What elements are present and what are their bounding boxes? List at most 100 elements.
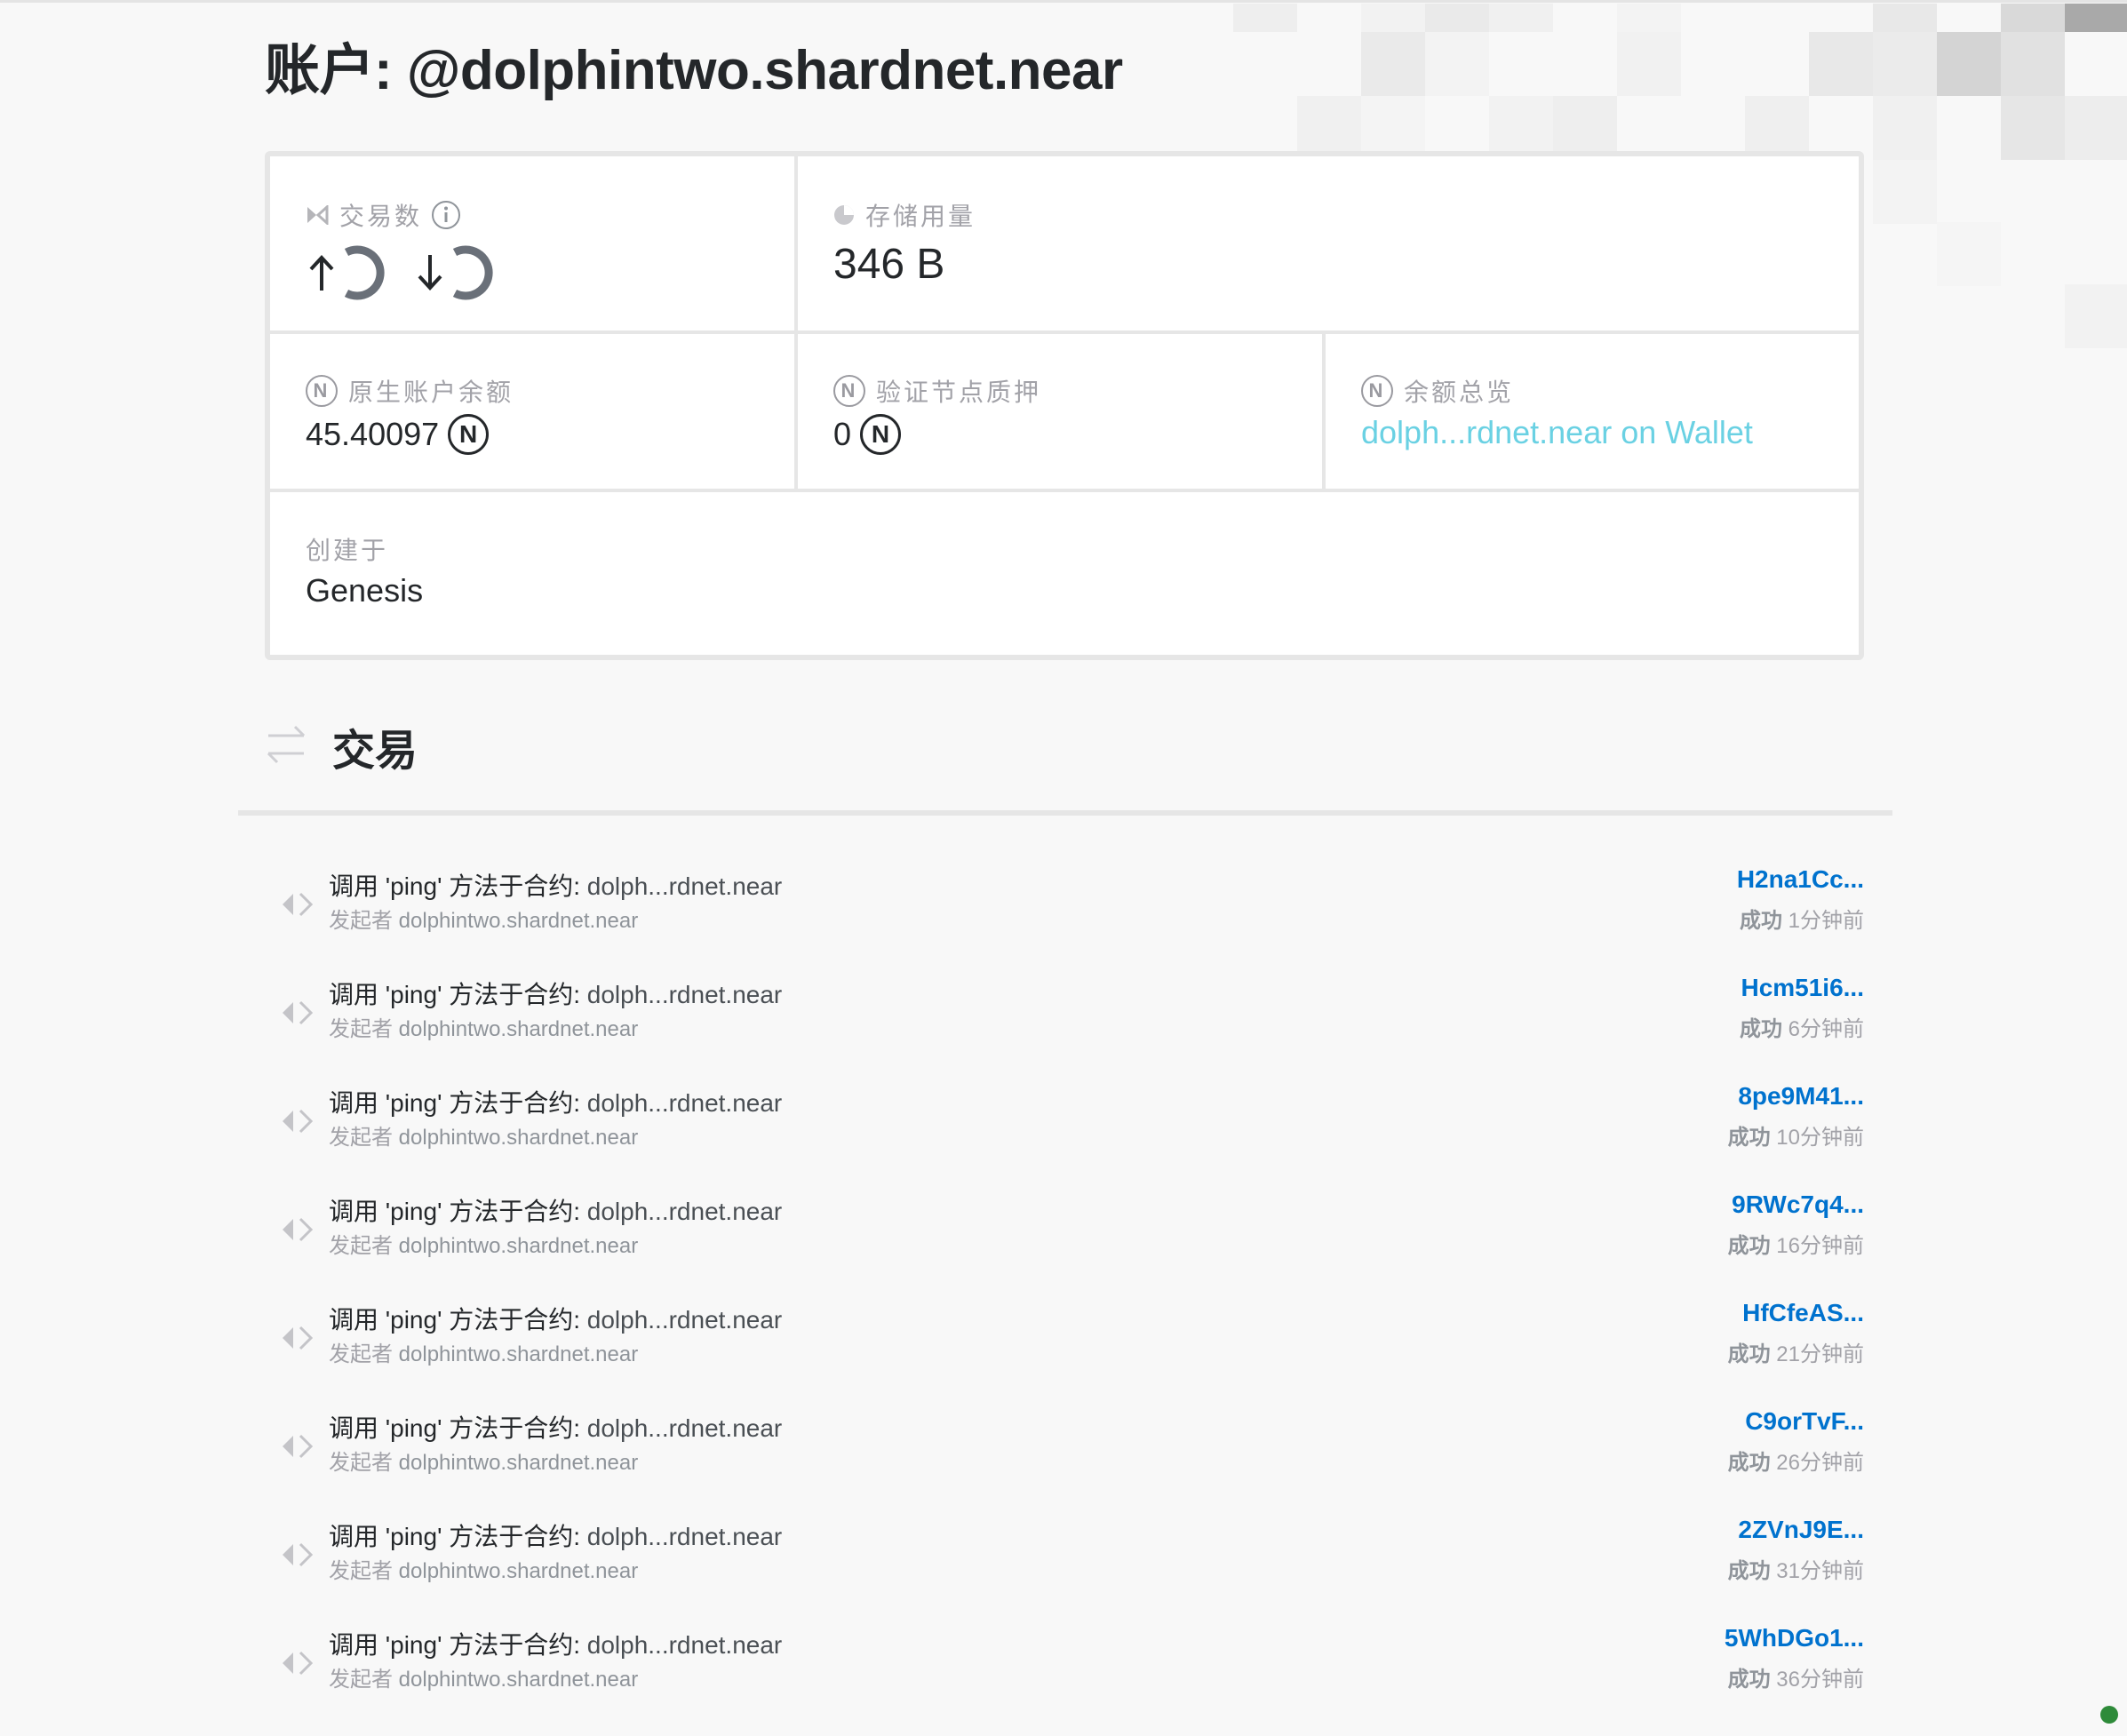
- contract-link[interactable]: dolph...rdnet.near: [587, 1414, 783, 1442]
- signer-label: 发起者: [329, 1017, 399, 1041]
- contract-link[interactable]: dolph...rdnet.near: [587, 981, 783, 1008]
- transaction-row[interactable]: 调用 'ping' 方法于合约: dolph...rdnet.near 发起者 d…: [265, 853, 1864, 961]
- transaction-hash-link[interactable]: HfCfeAS...: [1742, 1299, 1864, 1327]
- arrow-down-icon: [418, 255, 442, 291]
- transaction-action: 调用 'ping' 方法于合约:: [329, 1198, 587, 1225]
- contract-link[interactable]: dolph...rdnet.near: [587, 1089, 783, 1117]
- transaction-action: 调用 'ping' 方法于合约:: [329, 1414, 587, 1442]
- account-info-card: 交易数 存储用量 346 B N 原生账户余额 45.40097 N N 验证节…: [265, 151, 1864, 660]
- signer-link[interactable]: dolphintwo.shardnet.near: [399, 1234, 639, 1258]
- transaction-signer: 发起者 dolphintwo.shardnet.near: [329, 1661, 638, 1692]
- divider: [270, 330, 1859, 334]
- code-action-icon: [281, 1107, 314, 1140]
- transaction-row[interactable]: 调用 'ping' 方法于合约: dolph...rdnet.near 发起者 d…: [265, 1070, 1864, 1178]
- transaction-time: 31分钟前: [1770, 1559, 1864, 1583]
- signer-link[interactable]: dolphintwo.shardnet.near: [399, 1559, 639, 1583]
- transaction-time: 16分钟前: [1770, 1234, 1864, 1258]
- transaction-description: 调用 'ping' 方法于合约: dolph...rdnet.near: [329, 1626, 782, 1661]
- status-badge: 成功: [1739, 909, 1782, 933]
- transaction-row[interactable]: 调用 'ping' 方法于合约: dolph...rdnet.near 发起者 d…: [265, 1395, 1864, 1503]
- transaction-time: 26分钟前: [1770, 1451, 1864, 1475]
- top-border: [0, 0, 2127, 3]
- validator-stake-cell: N 验证节点质押 0 N: [798, 375, 1322, 455]
- transaction-hash-link[interactable]: C9orTvF...: [1745, 1407, 1864, 1436]
- contract-link[interactable]: dolph...rdnet.near: [587, 872, 783, 900]
- near-coin-icon: N: [306, 375, 338, 407]
- transaction-status: 成功 36分钟前: [1728, 1661, 1864, 1692]
- contract-link[interactable]: dolph...rdnet.near: [587, 1198, 783, 1225]
- transaction-description: 调用 'ping' 方法于合约: dolph...rdnet.near: [329, 867, 782, 903]
- status-badge: 成功: [1727, 1451, 1771, 1475]
- transaction-row[interactable]: 调用 'ping' 方法于合约: dolph...rdnet.near 发起者 d…: [265, 1286, 1864, 1395]
- code-action-icon: [281, 1432, 314, 1465]
- near-coin-icon: N: [860, 414, 902, 455]
- near-coin-icon: N: [833, 375, 865, 407]
- transaction-hash-link[interactable]: Hcm51i6...: [1741, 974, 1864, 1002]
- validator-stake-value: 0 N: [833, 414, 1322, 455]
- contract-link[interactable]: dolph...rdnet.near: [587, 1523, 783, 1550]
- near-coin-icon: N: [1361, 375, 1393, 407]
- transactions-title: 交易: [332, 728, 418, 775]
- signer-link[interactable]: dolphintwo.shardnet.near: [399, 1017, 639, 1041]
- transaction-status: 成功 31分钟前: [1728, 1553, 1864, 1584]
- wallet-link[interactable]: dolph...rdnet.near on Wallet: [1361, 414, 1753, 451]
- code-action-icon: [281, 1541, 314, 1573]
- transaction-row[interactable]: 调用 'ping' 方法于合约: dolph...rdnet.near 发起者 d…: [265, 1178, 1864, 1286]
- account-name: @dolphintwo.shardnet.near: [406, 40, 1123, 101]
- balance-overview-value: dolph...rdnet.near on Wallet: [1361, 414, 1859, 451]
- signer-label: 发起者: [329, 1668, 399, 1692]
- signer-label: 发起者: [329, 1234, 399, 1258]
- signer-link[interactable]: dolphintwo.shardnet.near: [399, 909, 639, 933]
- status-badge: 成功: [1739, 1017, 1782, 1041]
- code-action-icon: [281, 999, 314, 1031]
- balance-overview-cell: N 余额总览 dolph...rdnet.near on Wallet: [1326, 375, 1859, 451]
- transaction-time: 1分钟前: [1781, 909, 1864, 933]
- transactions-icon: [306, 205, 329, 225]
- signer-link[interactable]: dolphintwo.shardnet.near: [399, 1668, 639, 1692]
- transaction-row[interactable]: 调用 'ping' 方法于合约: dolph...rdnet.near 发起者 d…: [265, 961, 1864, 1070]
- created-value: Genesis: [306, 572, 424, 609]
- transaction-hash-link[interactable]: 8pe9M41...: [1738, 1082, 1864, 1111]
- code-action-icon: [281, 1649, 314, 1682]
- tx-count-cell: 交易数: [270, 199, 794, 302]
- transaction-description: 调用 'ping' 方法于合约: dolph...rdnet.near: [329, 1409, 782, 1445]
- status-badge: 成功: [1727, 1559, 1771, 1583]
- transaction-time: 10分钟前: [1770, 1126, 1864, 1150]
- transaction-status: 成功 16分钟前: [1728, 1228, 1864, 1259]
- near-coin-icon: N: [448, 414, 490, 455]
- transaction-signer: 发起者 dolphintwo.shardnet.near: [329, 1228, 638, 1259]
- transaction-description: 调用 'ping' 方法于合约: dolph...rdnet.near: [329, 1084, 782, 1119]
- created-cell: 创建于 Genesis: [270, 533, 794, 609]
- transaction-action: 调用 'ping' 方法于合约:: [329, 1523, 587, 1550]
- signer-label: 发起者: [329, 1559, 399, 1583]
- signer-link[interactable]: dolphintwo.shardnet.near: [399, 1451, 639, 1475]
- signer-link[interactable]: dolphintwo.shardnet.near: [399, 1342, 639, 1366]
- transaction-action: 调用 'ping' 方法于合约:: [329, 981, 587, 1008]
- storage-label: 存储用量: [865, 203, 976, 230]
- storage-pie-icon: [833, 204, 855, 226]
- transaction-description: 调用 'ping' 方法于合约: dolph...rdnet.near: [329, 1517, 782, 1553]
- transaction-hash-link[interactable]: 2ZVnJ9E...: [1738, 1516, 1864, 1544]
- transaction-signer: 发起者 dolphintwo.shardnet.near: [329, 1553, 638, 1584]
- status-badge: 成功: [1727, 1668, 1771, 1692]
- contract-link[interactable]: dolph...rdnet.near: [587, 1306, 783, 1334]
- transaction-status: 成功 10分钟前: [1728, 1119, 1864, 1151]
- transaction-hash-link[interactable]: 5WhDGo1...: [1725, 1624, 1864, 1652]
- transaction-hash-link[interactable]: 9RWc7q4...: [1732, 1191, 1864, 1219]
- validator-stake-label: 验证节点质押: [876, 378, 1042, 406]
- contract-link[interactable]: dolph...rdnet.near: [587, 1631, 783, 1659]
- transaction-hash-link[interactable]: H2na1Cc...: [1737, 865, 1864, 894]
- signer-link[interactable]: dolphintwo.shardnet.near: [399, 1126, 639, 1150]
- signer-label: 发起者: [329, 1451, 399, 1475]
- info-icon[interactable]: [431, 200, 461, 230]
- signer-label: 发起者: [329, 1126, 399, 1150]
- storage-value: 346 B: [833, 241, 945, 288]
- transactions-list: 调用 'ping' 方法于合约: dolph...rdnet.near 发起者 d…: [265, 853, 1864, 1720]
- transaction-row[interactable]: 调用 'ping' 方法于合约: dolph...rdnet.near 发起者 d…: [265, 1503, 1864, 1612]
- transaction-row[interactable]: 调用 'ping' 方法于合约: dolph...rdnet.near 发起者 d…: [265, 1612, 1864, 1720]
- transaction-signer: 发起者 dolphintwo.shardnet.near: [329, 1336, 638, 1367]
- transaction-description: 调用 'ping' 方法于合约: dolph...rdnet.near: [329, 1192, 782, 1228]
- storage-cell: 存储用量 346 B: [798, 199, 1859, 289]
- transaction-status: 成功 21分钟前: [1728, 1336, 1864, 1367]
- transaction-signer: 发起者 dolphintwo.shardnet.near: [329, 903, 638, 934]
